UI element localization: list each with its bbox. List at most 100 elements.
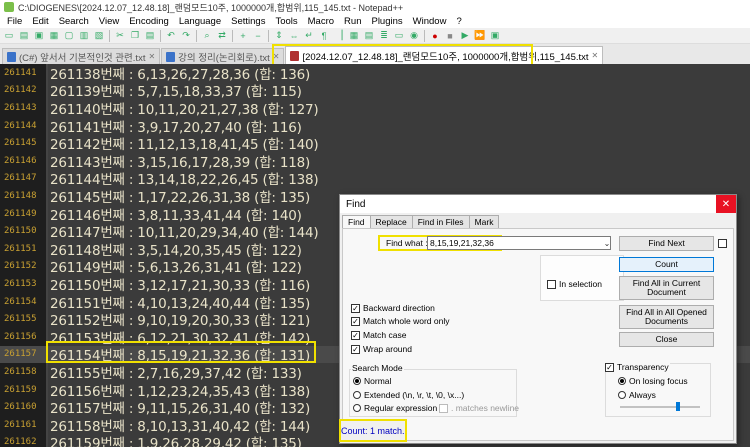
find-all-opened-button[interactable]: Find All in All Opened Documents bbox=[619, 305, 714, 329]
replace-icon[interactable]: ⇄ bbox=[215, 29, 229, 42]
editor-line[interactable]: 261141 261138번째 : 6,13,26,27,28,36 (합: 13… bbox=[0, 64, 750, 83]
close-icon[interactable]: ✕ bbox=[716, 195, 736, 213]
menu-tools[interactable]: Tools bbox=[270, 16, 302, 27]
tab-logic-circuit-notes[interactable]: 강의 정리(논리회로).txt ✕ bbox=[161, 48, 285, 64]
transparency-checkbox[interactable]: ✓ Transparency bbox=[604, 362, 670, 372]
match-case-checkbox[interactable]: ✓ Match case bbox=[351, 330, 406, 340]
find-next-option-checkbox[interactable] bbox=[718, 239, 727, 248]
menu-bar: File Edit Search View Encoding Language … bbox=[0, 14, 750, 28]
monitor-icon[interactable]: ◉ bbox=[407, 29, 421, 42]
checkbox-box[interactable]: ✓ bbox=[351, 344, 360, 354]
word-wrap-icon[interactable]: ↵ bbox=[302, 29, 316, 42]
menu-run[interactable]: Run bbox=[339, 16, 366, 27]
checkbox-box[interactable]: ✓ bbox=[351, 316, 360, 326]
zoom-out-icon[interactable]: − bbox=[251, 29, 265, 42]
toolbar-separator bbox=[196, 29, 197, 42]
doc-map-icon[interactable]: ▤ bbox=[362, 29, 376, 42]
checkbox-box[interactable]: ✓ bbox=[605, 362, 614, 372]
record-macro-icon[interactable]: ● bbox=[428, 29, 442, 42]
chevron-down-icon[interactable]: ⌄ bbox=[602, 237, 612, 249]
extended-label: Extended (\n, \r, \t, \0, \x...) bbox=[364, 390, 465, 400]
run-macro-multiple-icon[interactable]: ⏩ bbox=[473, 29, 487, 42]
paste-icon[interactable]: ▤ bbox=[143, 29, 157, 42]
redo-icon[interactable]: ↷ bbox=[179, 29, 193, 42]
checkbox-box[interactable]: ✓ bbox=[351, 330, 360, 340]
search-mode-regex-radio[interactable]: Regular expression bbox=[353, 403, 437, 413]
tab-find[interactable]: Find bbox=[342, 215, 371, 228]
save-icon[interactable]: ▣ bbox=[32, 29, 46, 42]
copy-icon[interactable]: ❐ bbox=[128, 29, 142, 42]
editor-line[interactable]: 261143 261140번째 : 10,11,20,21,27,38 (합: 1… bbox=[0, 99, 750, 118]
menu-plugins[interactable]: Plugins bbox=[366, 16, 407, 27]
undo-icon[interactable]: ↶ bbox=[164, 29, 178, 42]
find-what-input[interactable]: 8,15,19,21,32,36 bbox=[427, 236, 611, 250]
zoom-in-icon[interactable]: + bbox=[236, 29, 250, 42]
match-whole-word-checkbox[interactable]: ✓ Match whole word only bbox=[351, 316, 449, 326]
open-file-icon[interactable]: ▤ bbox=[17, 29, 31, 42]
menu-encoding[interactable]: Encoding bbox=[124, 16, 174, 27]
menu-help[interactable]: ? bbox=[451, 16, 466, 27]
sync-h-icon[interactable]: ⇔ bbox=[287, 29, 301, 42]
find-icon[interactable]: ⌕ bbox=[200, 29, 214, 42]
close-button[interactable]: Close bbox=[619, 332, 714, 347]
menu-file[interactable]: File bbox=[2, 16, 27, 27]
tab-random-results[interactable]: [2024.12.07_12.48.18]_랜덤모드10주, 1000000개,… bbox=[285, 46, 604, 64]
tab-mark[interactable]: Mark bbox=[468, 215, 500, 228]
stop-macro-icon[interactable]: ■ bbox=[443, 29, 457, 42]
transparency-slider-track[interactable] bbox=[620, 406, 700, 408]
play-macro-icon[interactable]: ▶ bbox=[458, 29, 472, 42]
tab-find-in-files[interactable]: Find in Files bbox=[411, 215, 470, 228]
transparency-slider-thumb[interactable] bbox=[675, 402, 680, 411]
checkbox-box[interactable] bbox=[547, 279, 556, 289]
close-tab-icon[interactable]: ✕ bbox=[273, 52, 280, 61]
udl-icon[interactable]: ▦ bbox=[347, 29, 361, 42]
always-radio[interactable]: Always bbox=[618, 390, 656, 400]
cut-icon[interactable]: ✂ bbox=[113, 29, 127, 42]
checkbox-box[interactable] bbox=[439, 403, 448, 413]
menu-window[interactable]: Window bbox=[408, 16, 452, 27]
on-losing-focus-radio[interactable]: On losing focus bbox=[618, 376, 688, 386]
save-macro-icon[interactable]: ▣ bbox=[488, 29, 502, 42]
menu-edit[interactable]: Edit bbox=[27, 16, 53, 27]
tab-replace[interactable]: Replace bbox=[369, 215, 413, 228]
editor-line[interactable]: 261146 261143번째 : 3,15,16,17,28,39 (합: 11… bbox=[0, 152, 750, 171]
radio-button[interactable] bbox=[618, 377, 626, 385]
sync-v-icon[interactable]: ⇕ bbox=[272, 29, 286, 42]
find-all-current-button[interactable]: Find All in Current Document bbox=[619, 276, 714, 300]
menu-settings[interactable]: Settings bbox=[226, 16, 270, 27]
close-file-icon[interactable]: ▢ bbox=[62, 29, 76, 42]
close-all-icon[interactable]: ▥ bbox=[77, 29, 91, 42]
search-mode-label: Search Mode bbox=[351, 363, 404, 373]
folder-workspace-icon[interactable]: ▭ bbox=[392, 29, 406, 42]
print-icon[interactable]: ▧ bbox=[92, 29, 106, 42]
editor-line[interactable]: 261142 261139번째 : 5,7,15,18,33,37 (합: 115… bbox=[0, 82, 750, 100]
close-tab-icon[interactable]: ✕ bbox=[148, 52, 155, 61]
menu-search[interactable]: Search bbox=[54, 16, 94, 27]
in-selection-checkbox[interactable]: In selection bbox=[547, 279, 602, 289]
new-file-icon[interactable]: ▭ bbox=[2, 29, 16, 42]
backward-direction-checkbox[interactable]: ✓ Backward direction bbox=[351, 303, 435, 313]
menu-language[interactable]: Language bbox=[174, 16, 226, 27]
menu-view[interactable]: View bbox=[94, 16, 124, 27]
radio-button[interactable] bbox=[353, 404, 361, 412]
matches-newline-checkbox[interactable]: . matches newline bbox=[439, 403, 519, 413]
find-next-button[interactable]: Find Next bbox=[619, 236, 714, 251]
radio-button[interactable] bbox=[618, 391, 626, 399]
count-button[interactable]: Count bbox=[619, 257, 714, 272]
editor-line[interactable]: 261147 261144번째 : 13,14,18,22,26,45 (합: 1… bbox=[0, 170, 750, 188]
radio-button[interactable] bbox=[353, 391, 361, 399]
save-all-icon[interactable]: ▦ bbox=[47, 29, 61, 42]
radio-button[interactable] bbox=[353, 377, 361, 385]
tab-csharp-notes[interactable]: (C#) 앞서서 기본적인것 관련.txt ✕ bbox=[2, 48, 161, 64]
search-mode-extended-radio[interactable]: Extended (\n, \r, \t, \0, \x...) bbox=[353, 390, 464, 400]
show-all-chars-icon[interactable]: ¶ bbox=[317, 29, 331, 42]
editor-line[interactable]: 261145 261142번째 : 11,12,13,18,41,45 (합: 1… bbox=[0, 134, 750, 153]
wrap-around-checkbox[interactable]: ✓ Wrap around bbox=[351, 344, 412, 354]
indent-guide-icon[interactable]: ▕ bbox=[332, 29, 346, 42]
editor-line[interactable]: 261144 261141번째 : 3,9,17,20,27,40 (합: 116… bbox=[0, 117, 750, 136]
search-mode-normal-radio[interactable]: Normal bbox=[353, 376, 391, 386]
close-tab-icon[interactable]: ✕ bbox=[592, 51, 599, 60]
checkbox-box[interactable]: ✓ bbox=[351, 303, 360, 313]
menu-macro[interactable]: Macro bbox=[303, 16, 339, 27]
func-list-icon[interactable]: ≣ bbox=[377, 29, 391, 42]
